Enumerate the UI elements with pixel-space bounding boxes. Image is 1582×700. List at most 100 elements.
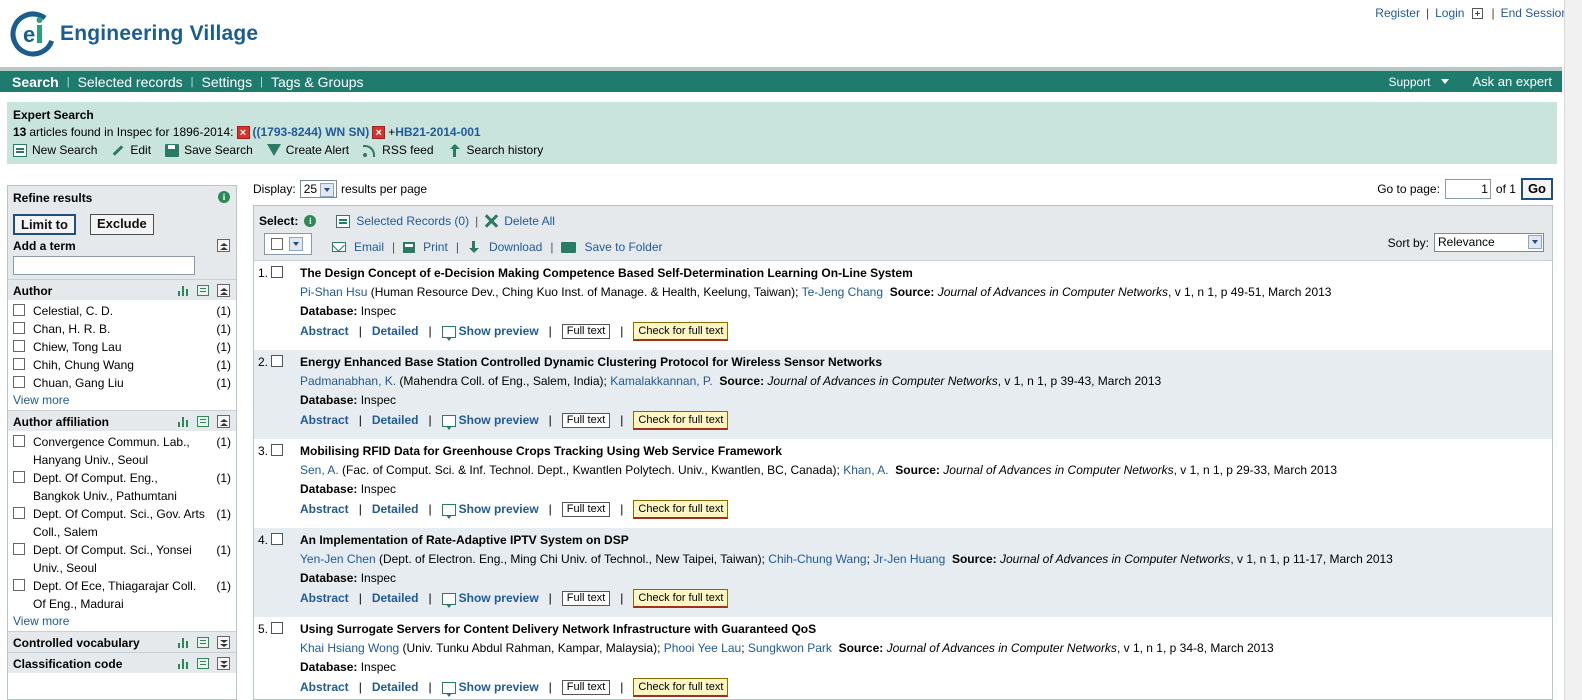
check-full-text-button[interactable]: Check for full text [633, 499, 729, 519]
chart-icon[interactable] [177, 658, 189, 669]
remove-term-icon[interactable]: × [372, 125, 386, 139]
record-checkbox[interactable] [271, 533, 283, 545]
abstract-link[interactable]: Abstract [300, 677, 349, 697]
author-link[interactable]: Te-Jeng Chang [802, 285, 883, 299]
detailed-link[interactable]: Detailed [372, 677, 419, 697]
check-full-text-button[interactable]: Check for full text [633, 588, 729, 608]
affiliation-checkbox[interactable] [13, 471, 25, 483]
support-menu[interactable]: Support [1388, 75, 1449, 89]
expand-icon[interactable] [217, 657, 230, 670]
new-search-button[interactable]: New Search [13, 143, 97, 157]
affiliation-item[interactable]: Dept. Of Comput. Eng., Bangkok Univ., Pa… [13, 469, 231, 505]
controlled-vocab-facet-header[interactable]: Controlled vocabulary [8, 631, 236, 652]
record-checkbox[interactable] [271, 355, 283, 367]
author-link[interactable]: Sen, A. [300, 463, 339, 477]
selected-records-link[interactable]: Selected Records (0) [356, 214, 469, 228]
download-link[interactable]: Download [489, 240, 542, 254]
check-full-text-button[interactable]: Check for full text [633, 677, 729, 697]
table-icon[interactable] [197, 658, 209, 669]
abstract-link[interactable]: Abstract [300, 499, 349, 519]
print-link[interactable]: Print [423, 240, 448, 254]
author-link[interactable]: Yen-Jen Chen [300, 552, 376, 566]
delete-all-link[interactable]: Delete All [504, 214, 555, 228]
show-preview-link[interactable]: Show preview [441, 499, 539, 519]
info-icon[interactable]: i [218, 191, 230, 203]
register-link[interactable]: Register [1375, 6, 1420, 20]
author-link[interactable]: Kamalakkannan, P. [610, 374, 713, 388]
author-item[interactable]: Celestial, C. D. (1) [13, 302, 231, 320]
abstract-link[interactable]: Abstract [300, 410, 349, 430]
per-page-select[interactable]: 25 [299, 180, 338, 198]
page-number-input[interactable] [1444, 179, 1491, 199]
author-checkbox[interactable] [13, 340, 25, 352]
chevron-down-icon[interactable] [289, 237, 303, 251]
author-view-more-link[interactable]: View more [8, 392, 236, 410]
logo[interactable]: e Engineering Village [10, 10, 258, 58]
record-checkbox[interactable] [271, 444, 283, 456]
affiliation-item[interactable]: Convergence Commun. Lab., Hanyang Univ.,… [13, 433, 231, 469]
classification-facet-header[interactable]: Classification code [8, 652, 236, 673]
abstract-link[interactable]: Abstract [300, 588, 349, 608]
email-link[interactable]: Email [354, 240, 384, 254]
ask-expert-link[interactable]: Ask an expert [1473, 74, 1553, 89]
chart-icon[interactable] [177, 416, 189, 427]
author-link[interactable]: Chih-Chung Wang [768, 552, 866, 566]
show-preview-link[interactable]: Show preview [441, 410, 539, 430]
record-title[interactable]: Using Surrogate Servers for Content Deli… [300, 621, 1552, 638]
chart-icon[interactable] [177, 637, 189, 648]
affiliation-checkbox[interactable] [13, 579, 25, 591]
author-item[interactable]: Chan, H. R. B. (1) [13, 320, 231, 338]
chart-icon[interactable] [177, 285, 189, 296]
record-title[interactable]: Mobilising RFID Data for Greenhouse Crop… [300, 443, 1552, 460]
affiliation-item[interactable]: Dept. Of Ece, Thiagarajar Coll. Of Eng.,… [13, 577, 231, 613]
collapse-icon[interactable] [217, 415, 230, 428]
detailed-link[interactable]: Detailed [372, 410, 419, 430]
expand-icon[interactable] [217, 636, 230, 649]
affiliation-checkbox[interactable] [13, 543, 25, 555]
show-preview-link[interactable]: Show preview [441, 677, 539, 697]
nav-search[interactable]: Search [0, 74, 67, 90]
nav-tags-groups[interactable]: Tags & Groups [263, 74, 372, 90]
full-text-button[interactable]: Full text [561, 679, 611, 695]
affiliation-item[interactable]: Dept. Of Comput. Sci., Gov. Arts Coll., … [13, 505, 231, 541]
record-title[interactable]: The Design Concept of e-Decision Making … [300, 265, 1552, 282]
info-icon[interactable]: i [304, 215, 317, 227]
check-full-text-button[interactable]: Check for full text [633, 410, 729, 430]
add-term-input[interactable] [13, 256, 195, 275]
login-link[interactable]: Login [1435, 6, 1464, 20]
detailed-link[interactable]: Detailed [372, 321, 419, 341]
nav-settings[interactable]: Settings [193, 74, 260, 90]
save-to-folder-link[interactable]: Save to Folder [584, 240, 662, 254]
table-icon[interactable] [197, 416, 209, 427]
show-preview-link[interactable]: Show preview [441, 321, 539, 341]
nav-selected-records[interactable]: Selected records [70, 74, 191, 90]
author-checkbox[interactable] [13, 322, 25, 334]
table-icon[interactable] [197, 285, 209, 296]
author-link[interactable]: Khan, A. [843, 463, 888, 477]
author-link[interactable]: Jr-Jen Huang [873, 552, 945, 566]
full-text-button[interactable]: Full text [561, 501, 611, 517]
author-item[interactable]: Chiew, Tong Lau (1) [13, 338, 231, 356]
limit-to-button[interactable]: Limit to [13, 214, 76, 235]
show-preview-link[interactable]: Show preview [441, 588, 539, 608]
search-history-button[interactable]: Search history [448, 143, 543, 157]
author-checkbox[interactable] [13, 304, 25, 316]
select-all-dropdown[interactable] [264, 233, 312, 255]
query-term-1[interactable]: ((1793-8244) WN SN) [253, 125, 370, 139]
record-title[interactable]: An Implementation of Rate-Adaptive IPTV … [300, 532, 1552, 549]
record-title[interactable]: Energy Enhanced Base Station Controlled … [300, 354, 1552, 371]
record-checkbox[interactable] [271, 266, 283, 278]
edit-button[interactable]: Edit [111, 143, 151, 157]
affiliation-checkbox[interactable] [13, 507, 25, 519]
exclude-button[interactable]: Exclude [89, 214, 154, 235]
table-icon[interactable] [197, 637, 209, 648]
author-item[interactable]: Chuan, Gang Liu (1) [13, 374, 231, 392]
check-full-text-button[interactable]: Check for full text [633, 321, 729, 341]
page-scrollbar[interactable] [1564, 0, 1582, 700]
login-expand-icon[interactable] [1472, 7, 1484, 19]
save-search-button[interactable]: Save Search [165, 143, 253, 157]
sort-select[interactable]: Relevance [1434, 233, 1544, 252]
author-link[interactable]: Pi-Shan Hsu [300, 285, 367, 299]
end-session-link[interactable]: End Session [1501, 6, 1568, 20]
abstract-link[interactable]: Abstract [300, 321, 349, 341]
